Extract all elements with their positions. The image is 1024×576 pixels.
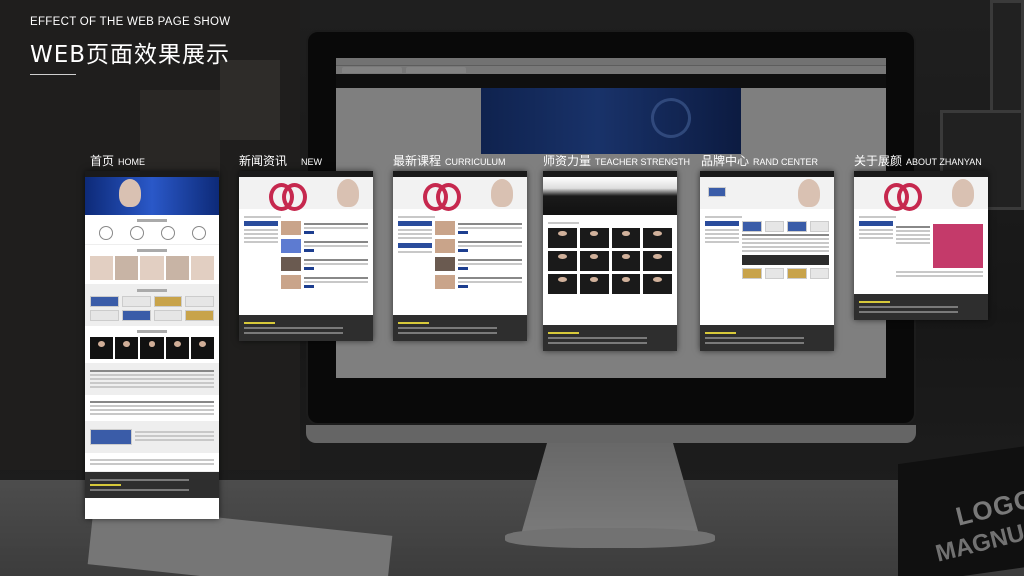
label-zh: 新闻资讯 <box>239 154 288 168</box>
thumbnail-curriculum[interactable] <box>393 171 527 341</box>
label-zh: 首页 <box>90 154 115 168</box>
thumb-footer <box>543 325 677 351</box>
label-home: 首页 HOME <box>90 150 145 169</box>
thumbnail-home[interactable] <box>85 171 219 519</box>
thumb-banner <box>239 177 373 211</box>
thumb-banner <box>854 177 988 211</box>
label-en: RAND CENTER <box>753 157 819 167</box>
label-zh: 最新课程 <box>393 154 442 168</box>
thumb-body <box>854 209 988 287</box>
label-curriculum: 最新课程 CURRICULUM <box>393 150 506 169</box>
label-en: NEW <box>301 157 323 167</box>
thumb-body <box>700 209 834 287</box>
thumb-section <box>85 245 219 285</box>
thumb-banner <box>85 177 219 215</box>
thumb-section <box>85 453 219 472</box>
label-about: 关于展颜 ABOUT ZHANYAN <box>854 150 982 169</box>
label-zh: 品牌中心 <box>701 154 750 168</box>
thumb-section <box>85 285 219 326</box>
label-en: TEACHER STRENGTH <box>595 157 691 167</box>
label-zh: 关于展颜 <box>854 154 903 168</box>
thumb-banner <box>393 177 527 211</box>
thumb-section <box>85 364 219 395</box>
thumbnail-brand-center[interactable] <box>700 171 834 351</box>
thumb-section <box>85 326 219 364</box>
label-news: 新闻资讯 NEW <box>239 150 322 169</box>
thumb-body <box>543 215 677 299</box>
thumb-footer <box>239 315 373 341</box>
thumbnail-about[interactable] <box>854 171 988 320</box>
thumb-footer <box>393 315 527 341</box>
label-zh: 师资力量 <box>543 154 592 168</box>
label-en: HOME <box>118 157 146 167</box>
thumb-team-photo <box>543 177 677 215</box>
thumb-section <box>85 215 219 245</box>
thumb-section <box>85 395 219 422</box>
title-underline <box>30 74 76 75</box>
label-teachers: 师资力量 TEACHER STRENGTH <box>543 150 690 169</box>
label-en: ABOUT ZHANYAN <box>906 157 982 167</box>
eyebrow-text: EFFECT OF THE WEB PAGE SHOW <box>30 16 231 28</box>
thumb-body <box>239 209 373 301</box>
thumb-section <box>85 422 219 453</box>
thumb-body <box>393 209 527 301</box>
label-en: CURRICULUM <box>445 157 506 167</box>
thumb-footer <box>700 325 834 351</box>
thumbnail-news[interactable] <box>239 171 373 341</box>
thumb-footer <box>85 472 219 498</box>
page-title: WEB页面效果展示 <box>30 42 231 68</box>
label-brand: 品牌中心 RAND CENTER <box>701 150 818 169</box>
thumb-footer <box>854 294 988 320</box>
thumb-banner <box>700 177 834 209</box>
thumbnail-teachers[interactable] <box>543 171 677 351</box>
